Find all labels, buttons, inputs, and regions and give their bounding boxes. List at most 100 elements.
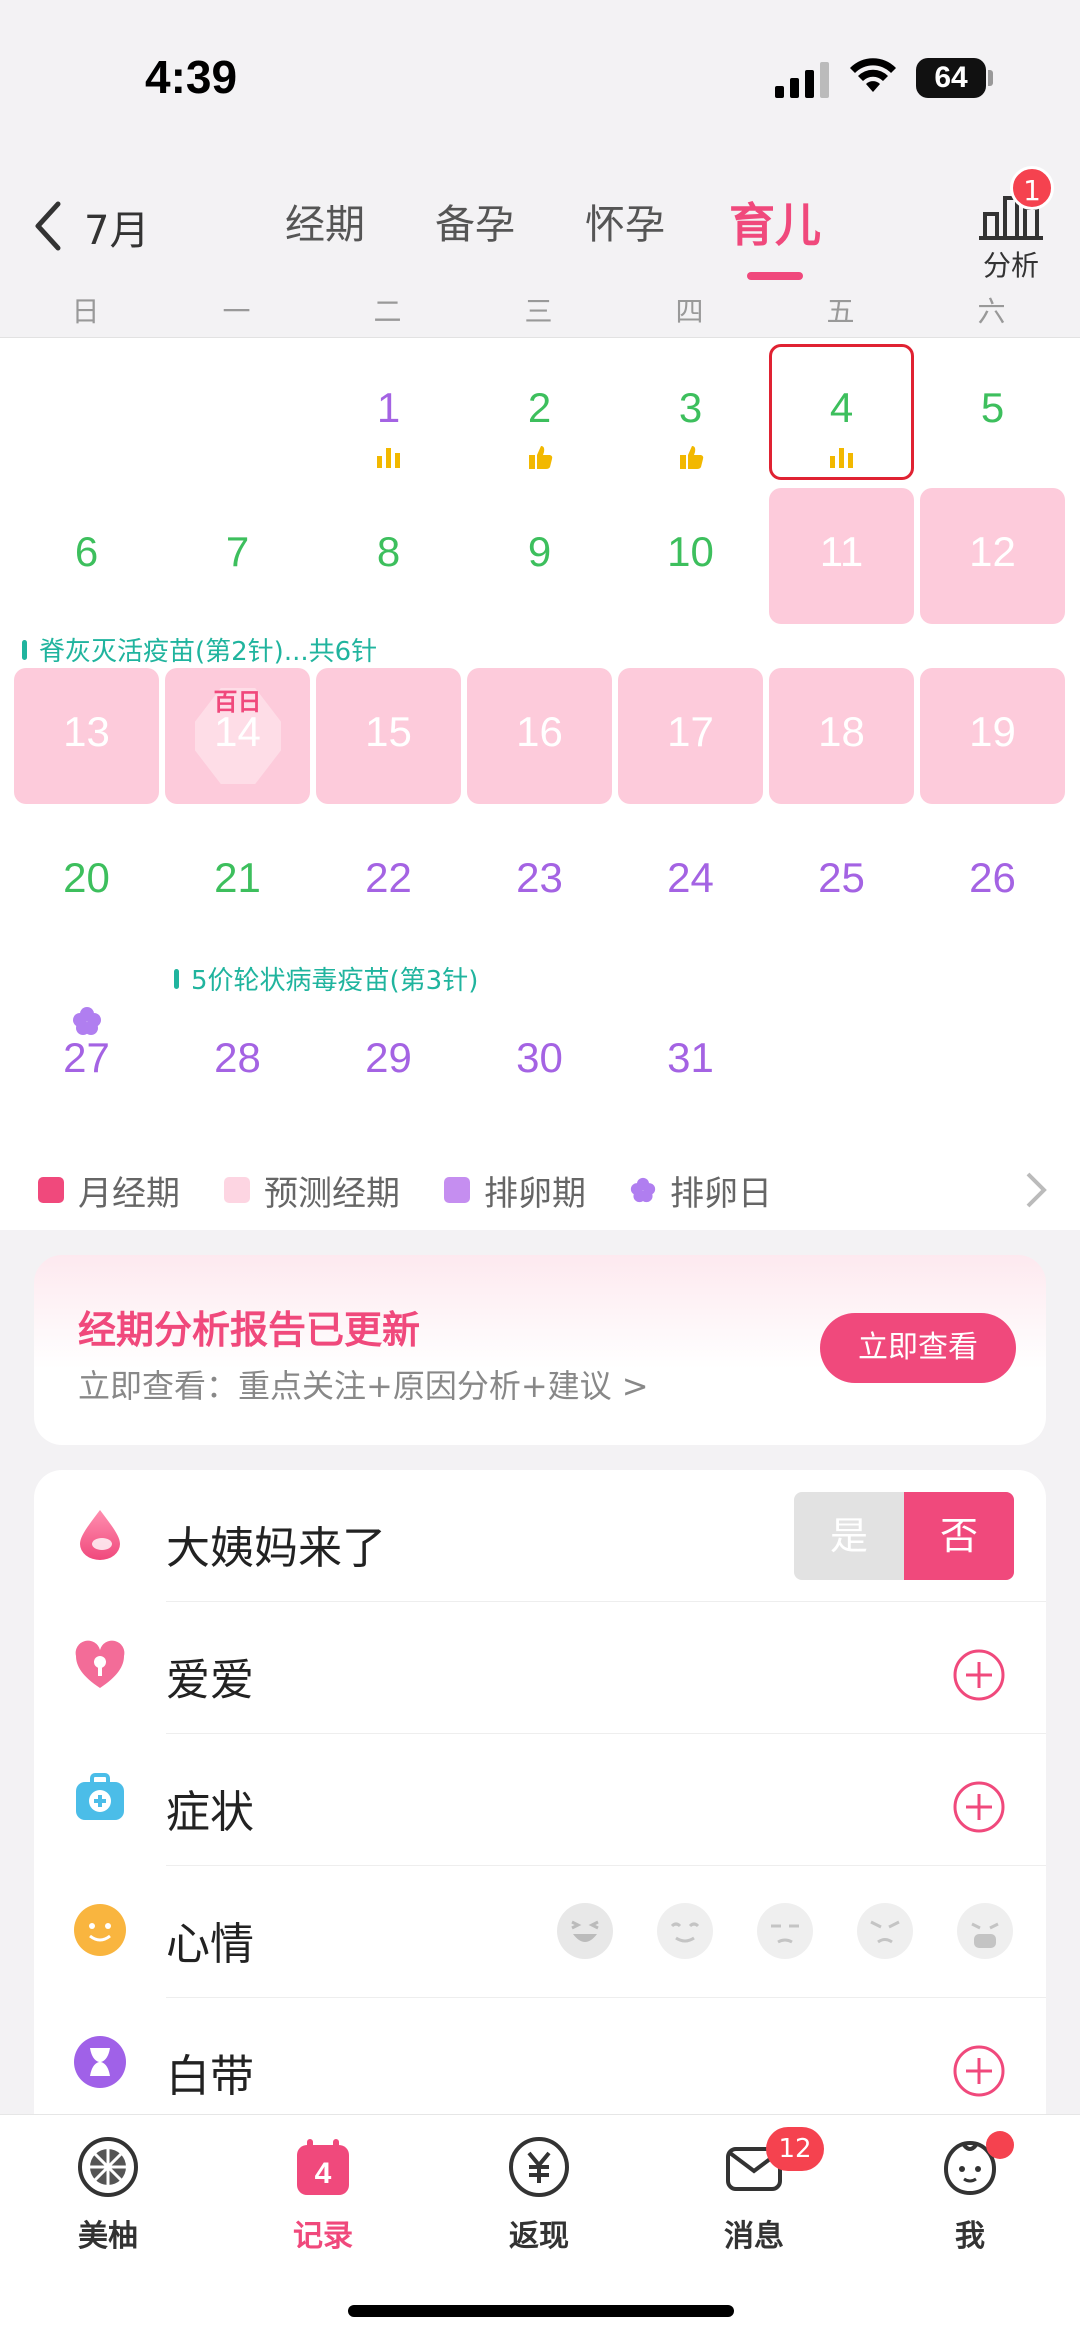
smiling-face-icon[interactable] <box>656 1902 714 1960</box>
home-indicator <box>348 2305 734 2317</box>
wifi-icon <box>850 58 896 92</box>
calendar-legend[interactable]: 月经期 预测经期 排卵期 排卵日 <box>0 1150 1080 1230</box>
calendar-day-7[interactable]: 7 <box>165 488 310 624</box>
mode-tabs: 经期 备孕 怀孕 育儿 <box>250 190 850 280</box>
day-number: 16 <box>516 708 563 755</box>
month-selector[interactable]: 7月 <box>84 198 149 256</box>
calendar-icon: 4 <box>297 2139 349 2195</box>
tab-parenting[interactable]: 育儿 <box>700 190 850 280</box>
record-label: 症状 <box>166 1787 254 1838</box>
angry-face-icon[interactable] <box>856 1902 914 1960</box>
calendar-day-22[interactable]: 22 <box>316 814 461 950</box>
weekday-tue: 二 <box>373 295 402 328</box>
add-icon[interactable] <box>952 1648 1006 1702</box>
nav-meiyou[interactable]: 美柚 <box>38 2135 178 2255</box>
calendar-day-20[interactable]: 20 <box>14 814 159 950</box>
calendar-day-3[interactable]: 3 <box>618 344 763 480</box>
ovulation-flower-icon <box>72 1007 101 1035</box>
day-number: 8 <box>376 528 401 575</box>
weekday-fri: 五 <box>826 295 855 328</box>
calendar-day-13[interactable]: 13 <box>14 668 159 804</box>
record-row-love[interactable]: 爱爱 <box>34 1602 1046 1734</box>
legend-swatch-ovulation <box>444 1177 470 1203</box>
legend-label: 预测经期 <box>264 1173 400 1214</box>
nav-me[interactable]: 我 <box>900 2131 1040 2255</box>
calendar-day-17[interactable]: 17 <box>618 668 763 804</box>
calendar-day-1[interactable]: 1 <box>316 344 461 480</box>
period-yes-option[interactable]: 是 <box>794 1492 904 1580</box>
period-yes-no-toggle: 是 否 <box>794 1492 1014 1580</box>
calendar-day-9[interactable]: 9 <box>467 488 612 624</box>
laughing-face-icon[interactable] <box>556 1902 614 1960</box>
report-card[interactable]: 经期分析报告已更新 立即查看：重点关注+原因分析+建议 > 立即查看 <box>34 1255 1046 1445</box>
calendar-day-11[interactable]: 11 <box>769 488 914 624</box>
calendar-day-16[interactable]: 16 <box>467 668 612 804</box>
calendar-day-5[interactable]: 5 <box>920 344 1065 480</box>
calendar-day-8[interactable]: 8 <box>316 488 461 624</box>
weekday-mon: 一 <box>222 295 251 328</box>
day-number: 9 <box>527 528 552 575</box>
calendar-day-23[interactable]: 23 <box>467 814 612 950</box>
nav-record[interactable]: 4 记录 <box>253 2135 393 2255</box>
day-number: 15 <box>365 708 412 755</box>
day-number: 21 <box>214 854 261 901</box>
yen-coin-icon <box>509 2137 569 2197</box>
day-number: 18 <box>818 708 865 755</box>
record-label: 白带 <box>166 2051 254 2102</box>
top-header: 7月 经期 备孕 怀孕 育儿 分析 1 <box>0 166 1080 290</box>
calendar-day-26[interactable]: 26 <box>920 814 1065 950</box>
chevron-right-icon[interactable] <box>1024 1170 1048 1210</box>
calendar-day-30[interactable]: 30 <box>467 994 612 1130</box>
calendar-day-25[interactable]: 25 <box>769 814 914 950</box>
calendar-day-10[interactable]: 10 <box>618 488 763 624</box>
tab-trying-to-conceive[interactable]: 备孕 <box>400 190 550 260</box>
period-no-option[interactable]: 否 <box>904 1492 1014 1580</box>
calendar-day-31[interactable]: 31 <box>618 994 763 1130</box>
weekday-sun: 日 <box>71 295 100 328</box>
calendar-day-28[interactable]: 28 <box>165 994 310 1130</box>
battery-cap <box>988 70 993 86</box>
calendar-day-15[interactable]: 15 <box>316 668 461 804</box>
calendar-day-27[interactable]: 27 <box>14 994 159 1130</box>
tab-period[interactable]: 经期 <box>250 190 400 260</box>
legend-swatch-predicted <box>224 1177 250 1203</box>
vaccine-reminder[interactable]: 5价轮状病毒疫苗(第3针) <box>174 960 478 997</box>
record-row-period: 大姨妈来了 是 否 <box>34 1470 1046 1602</box>
day-number: 13 <box>63 708 110 755</box>
day-number: 26 <box>969 854 1016 901</box>
record-row-symptoms[interactable]: 症状 <box>34 1734 1046 1866</box>
back-arrow-icon[interactable] <box>28 198 68 254</box>
view-report-button[interactable]: 立即查看 <box>820 1313 1016 1383</box>
calendar-day-24[interactable]: 24 <box>618 814 763 950</box>
day-number: 25 <box>818 854 865 901</box>
calendar-day-29[interactable]: 29 <box>316 994 461 1130</box>
day-number: 28 <box>214 1034 261 1081</box>
ovulation-flower-icon <box>630 1177 656 1203</box>
battery-indicator: 64 <box>916 58 986 98</box>
record-row-discharge[interactable]: 白带 <box>34 1998 1046 2130</box>
nav-cashback[interactable]: 返现 <box>469 2135 609 2255</box>
crying-face-icon[interactable] <box>956 1902 1014 1960</box>
drop-icon <box>80 1510 120 1560</box>
add-icon[interactable] <box>952 1780 1006 1834</box>
calendar-day-2[interactable]: 2 <box>467 344 612 480</box>
tab-pregnancy[interactable]: 怀孕 <box>550 190 700 260</box>
day-number: 2 <box>527 384 552 431</box>
calendar-day-19[interactable]: 19 <box>920 668 1065 804</box>
day-number: 5 <box>980 384 1005 431</box>
hourglass-icon <box>74 2036 126 2088</box>
thumbs-up-icon <box>528 446 552 469</box>
add-icon[interactable] <box>952 2044 1006 2098</box>
calendar-day-4-today[interactable]: 4 <box>769 344 914 480</box>
calendar-day-14[interactable]: 百日 14 <box>165 668 310 804</box>
vaccine-reminder[interactable]: 脊灰灭活疫苗(第2针)...共6针 <box>22 631 377 668</box>
annoyed-face-icon[interactable] <box>756 1902 814 1960</box>
calendar-day-6[interactable]: 6 <box>14 488 159 624</box>
calendar-day-12[interactable]: 12 <box>920 488 1065 624</box>
nav-messages[interactable]: 消息 12 <box>684 2127 824 2255</box>
calendar-day-18[interactable]: 18 <box>769 668 914 804</box>
calendar-day-21[interactable]: 21 <box>165 814 310 950</box>
day-number: 27 <box>63 1034 110 1081</box>
report-subtitle[interactable]: 立即查看：重点关注+原因分析+建议 > <box>78 1361 649 1407</box>
grapefruit-icon <box>78 2137 138 2197</box>
